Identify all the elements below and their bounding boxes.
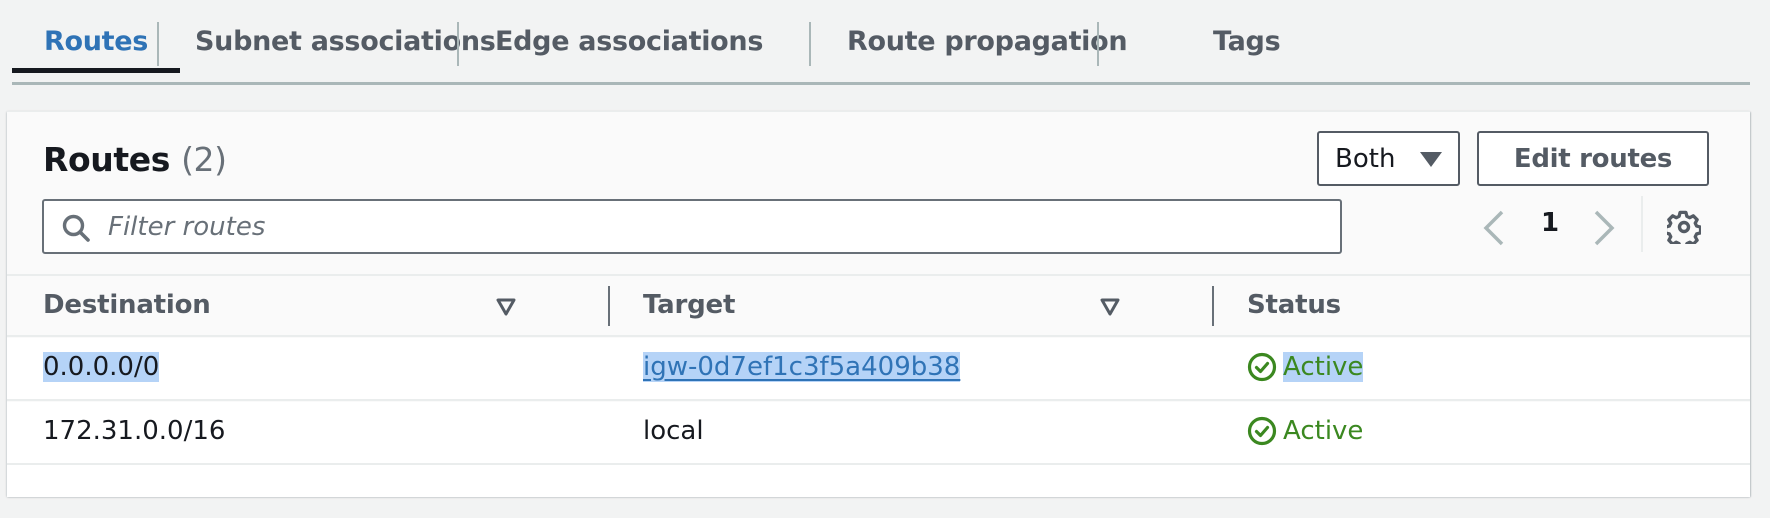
table-row: 0.0.0.0/0 igw-0d7ef1c3f5a409b38 Active xyxy=(7,338,1750,401)
tab-subnet-associations[interactable]: Subnet associations xyxy=(195,26,496,62)
tab-divider xyxy=(809,22,811,66)
status-text: Active xyxy=(1283,352,1364,382)
tab-divider xyxy=(457,22,459,66)
status-badge: Active xyxy=(1247,416,1363,446)
column-header-target[interactable]: Target xyxy=(643,290,735,320)
destination-cell: 172.31.0.0/16 xyxy=(43,416,226,446)
table-header: Destination Target Status xyxy=(7,274,1750,337)
settings-gear-icon[interactable] xyxy=(1667,210,1701,244)
table-row: 172.31.0.0/16 local Active xyxy=(7,402,1750,465)
panel-title-text: Routes xyxy=(43,140,170,179)
target-link[interactable]: igw-0d7ef1c3f5a409b38 xyxy=(643,352,961,382)
routes-panel: Routes (2) Both Edit routes 1 Destinatio… xyxy=(7,111,1750,497)
column-header-destination[interactable]: Destination xyxy=(43,290,211,320)
tab-tags[interactable]: Tags xyxy=(1213,26,1281,62)
destination-cell: 0.0.0.0/0 xyxy=(43,352,160,382)
tab-route-propagation[interactable]: Route propagation xyxy=(847,26,1128,62)
pagination-divider xyxy=(1641,196,1643,252)
route-count: (2) xyxy=(181,140,227,179)
check-circle-icon xyxy=(1247,352,1277,382)
search-icon xyxy=(62,214,90,242)
table-footer xyxy=(7,465,1750,497)
tab-routes[interactable]: Routes xyxy=(44,26,148,62)
edit-routes-button[interactable]: Edit routes xyxy=(1477,131,1709,186)
column-resizer[interactable] xyxy=(608,286,610,326)
sort-icon[interactable] xyxy=(1100,298,1120,316)
column-resizer[interactable] xyxy=(1212,286,1214,326)
current-page[interactable]: 1 xyxy=(1537,208,1563,238)
route-filter-select[interactable]: Both xyxy=(1317,131,1460,186)
previous-page-icon[interactable] xyxy=(1480,208,1508,248)
tab-divider xyxy=(1097,22,1099,66)
check-circle-icon xyxy=(1247,416,1277,446)
tab-bar: Routes Subnet associations Edge associat… xyxy=(12,0,1750,85)
tab-divider xyxy=(157,22,159,66)
filter-routes-field[interactable] xyxy=(42,199,1342,254)
status-text: Active xyxy=(1283,416,1364,446)
filter-routes-input[interactable] xyxy=(108,207,1328,247)
caret-down-icon xyxy=(1420,152,1442,167)
status-badge: Active xyxy=(1247,352,1364,382)
target-cell: local xyxy=(643,416,704,446)
next-page-icon[interactable] xyxy=(1590,208,1618,248)
sort-icon[interactable] xyxy=(496,298,516,316)
route-filter-selected: Both xyxy=(1335,143,1396,174)
panel-title: Routes (2) xyxy=(43,140,227,179)
active-tab-indicator xyxy=(12,68,180,73)
column-header-status[interactable]: Status xyxy=(1247,290,1341,320)
tab-edge-associations[interactable]: Edge associations xyxy=(495,26,763,62)
